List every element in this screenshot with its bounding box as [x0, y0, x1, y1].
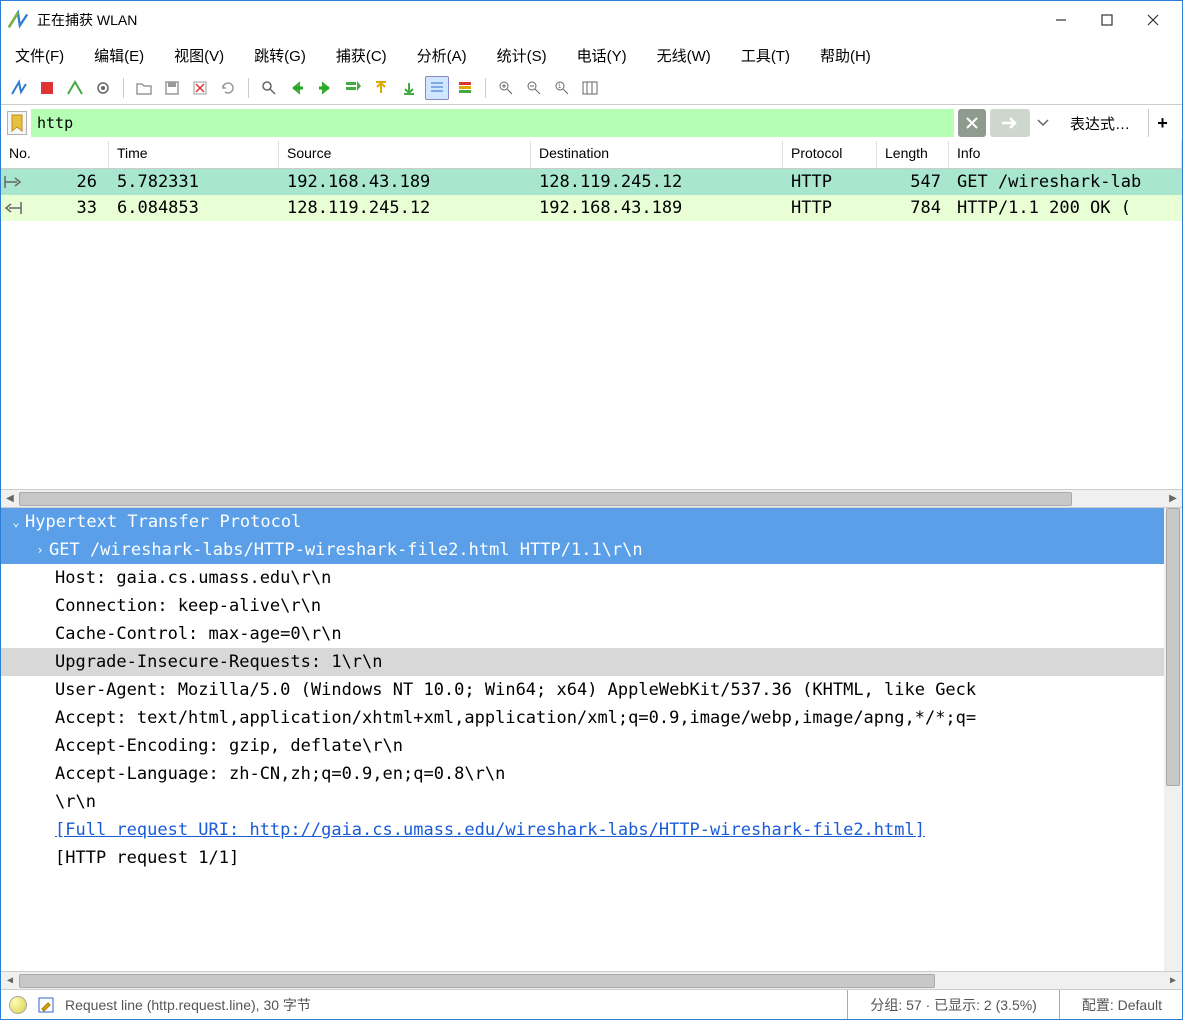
- open-file-icon[interactable]: [132, 76, 156, 100]
- maximize-button[interactable]: [1084, 5, 1130, 35]
- menu-tools[interactable]: 工具(T): [741, 45, 790, 66]
- detail-line-highlighted[interactable]: Upgrade-Insecure-Requests: 1\r\n: [1, 648, 1182, 676]
- col-header-time[interactable]: Time: [109, 141, 279, 168]
- menu-help[interactable]: 帮助(H): [820, 45, 871, 66]
- add-filter-button[interactable]: +: [1148, 109, 1176, 137]
- packet-list-hscroll[interactable]: ◀ ▶: [1, 489, 1182, 507]
- status-profile[interactable]: 配置: Default: [1070, 995, 1174, 1015]
- status-packets: 分组: 57 · 已显示: 2 (3.5%): [858, 995, 1049, 1015]
- detail-root[interactable]: ⌄Hypertext Transfer Protocol: [1, 508, 1182, 536]
- detail-line[interactable]: Connection: keep-alive\r\n: [1, 592, 1182, 620]
- menu-capture[interactable]: 捕获(C): [336, 45, 387, 66]
- expression-button[interactable]: 表达式…: [1056, 113, 1144, 134]
- packet-row[interactable]: 33 6.084853 128.119.245.12 192.168.43.18…: [1, 195, 1182, 221]
- detail-link[interactable]: [Full request URI: http://gaia.cs.umass.…: [1, 816, 1182, 844]
- resize-columns-icon[interactable]: [578, 76, 602, 100]
- detail-line[interactable]: \r\n: [1, 788, 1182, 816]
- filter-bar: 表达式… +: [1, 105, 1182, 141]
- svg-text:1: 1: [558, 84, 562, 90]
- go-first-icon[interactable]: [369, 76, 393, 100]
- col-header-info[interactable]: Info: [949, 141, 1182, 168]
- detail-line[interactable]: Accept-Encoding: gzip, deflate\r\n: [1, 732, 1182, 760]
- window-title: 正在捕获 WLAN: [37, 10, 1038, 30]
- reload-icon[interactable]: [216, 76, 240, 100]
- detail-line[interactable]: [HTTP request 1/1]: [1, 844, 1182, 872]
- title-bar: 正在捕获 WLAN: [1, 1, 1182, 39]
- detail-line[interactable]: Host: gaia.cs.umass.edu\r\n: [1, 564, 1182, 592]
- details-vscroll[interactable]: [1164, 508, 1182, 971]
- filter-history-dropdown[interactable]: [1034, 109, 1052, 137]
- stop-capture-icon[interactable]: [35, 76, 59, 100]
- colorize-icon[interactable]: [453, 76, 477, 100]
- toolbar: 1: [1, 71, 1182, 105]
- capture-options-icon[interactable]: [91, 76, 115, 100]
- edit-icon[interactable]: [37, 996, 55, 1014]
- expert-info-icon[interactable]: [9, 996, 27, 1014]
- find-icon[interactable]: [257, 76, 281, 100]
- response-arrow-icon: [3, 200, 23, 216]
- col-header-destination[interactable]: Destination: [531, 141, 783, 168]
- display-filter-input[interactable]: [31, 109, 954, 137]
- go-forward-icon[interactable]: [313, 76, 337, 100]
- col-header-protocol[interactable]: Protocol: [783, 141, 877, 168]
- zoom-out-icon[interactable]: [522, 76, 546, 100]
- filter-bookmark-icon[interactable]: [7, 111, 27, 135]
- menu-bar: 文件(F) 编辑(E) 视图(V) 跳转(G) 捕获(C) 分析(A) 统计(S…: [1, 39, 1182, 71]
- packet-list-header: No. Time Source Destination Protocol Len…: [1, 141, 1182, 169]
- filter-clear-button[interactable]: [958, 109, 986, 137]
- detail-line[interactable]: Accept: text/html,application/xhtml+xml,…: [1, 704, 1182, 732]
- menu-go[interactable]: 跳转(G): [254, 45, 306, 66]
- menu-analyze[interactable]: 分析(A): [417, 45, 467, 66]
- details-hscroll[interactable]: ◀ ▶: [1, 971, 1182, 989]
- minimize-button[interactable]: [1038, 5, 1084, 35]
- menu-edit[interactable]: 编辑(E): [94, 45, 144, 66]
- detail-line[interactable]: Accept-Language: zh-CN,zh;q=0.9,en;q=0.8…: [1, 760, 1182, 788]
- packet-list-pane: No. Time Source Destination Protocol Len…: [1, 141, 1182, 508]
- col-header-source[interactable]: Source: [279, 141, 531, 168]
- menu-view[interactable]: 视图(V): [174, 45, 224, 66]
- col-header-no[interactable]: No.: [1, 141, 109, 168]
- menu-telephony[interactable]: 电话(Y): [577, 45, 627, 66]
- go-back-icon[interactable]: [285, 76, 309, 100]
- packet-row[interactable]: 26 5.782331 192.168.43.189 128.119.245.1…: [1, 169, 1182, 195]
- col-header-length[interactable]: Length: [877, 141, 949, 168]
- detail-line[interactable]: Cache-Control: max-age=0\r\n: [1, 620, 1182, 648]
- save-file-icon[interactable]: [160, 76, 184, 100]
- go-to-packet-icon[interactable]: [341, 76, 365, 100]
- start-capture-icon[interactable]: [7, 76, 31, 100]
- chevron-down-icon: ⌄: [7, 515, 25, 529]
- request-arrow-icon: [3, 174, 23, 190]
- menu-wireless[interactable]: 无线(W): [657, 45, 711, 66]
- detail-line[interactable]: User-Agent: Mozilla/5.0 (Windows NT 10.0…: [1, 676, 1182, 704]
- zoom-reset-icon[interactable]: 1: [550, 76, 574, 100]
- status-bar: Request line (http.request.line), 30 字节 …: [1, 989, 1182, 1019]
- restart-capture-icon[interactable]: [63, 76, 87, 100]
- close-button[interactable]: [1130, 5, 1176, 35]
- filter-apply-button[interactable]: [990, 109, 1030, 137]
- status-field-info: Request line (http.request.line), 30 字节: [65, 995, 837, 1015]
- menu-file[interactable]: 文件(F): [15, 45, 64, 66]
- packet-details-pane: ⌄Hypertext Transfer Protocol ›GET /wires…: [1, 508, 1182, 989]
- zoom-in-icon[interactable]: [494, 76, 518, 100]
- chevron-right-icon: ›: [31, 543, 49, 557]
- go-last-icon[interactable]: [397, 76, 421, 100]
- detail-request-line[interactable]: ›GET /wireshark-labs/HTTP-wireshark-file…: [1, 536, 1182, 564]
- packet-list-body[interactable]: 26 5.782331 192.168.43.189 128.119.245.1…: [1, 169, 1182, 489]
- app-icon: [7, 9, 29, 31]
- menu-stats[interactable]: 统计(S): [497, 45, 547, 66]
- auto-scroll-icon[interactable]: [425, 76, 449, 100]
- close-file-icon[interactable]: [188, 76, 212, 100]
